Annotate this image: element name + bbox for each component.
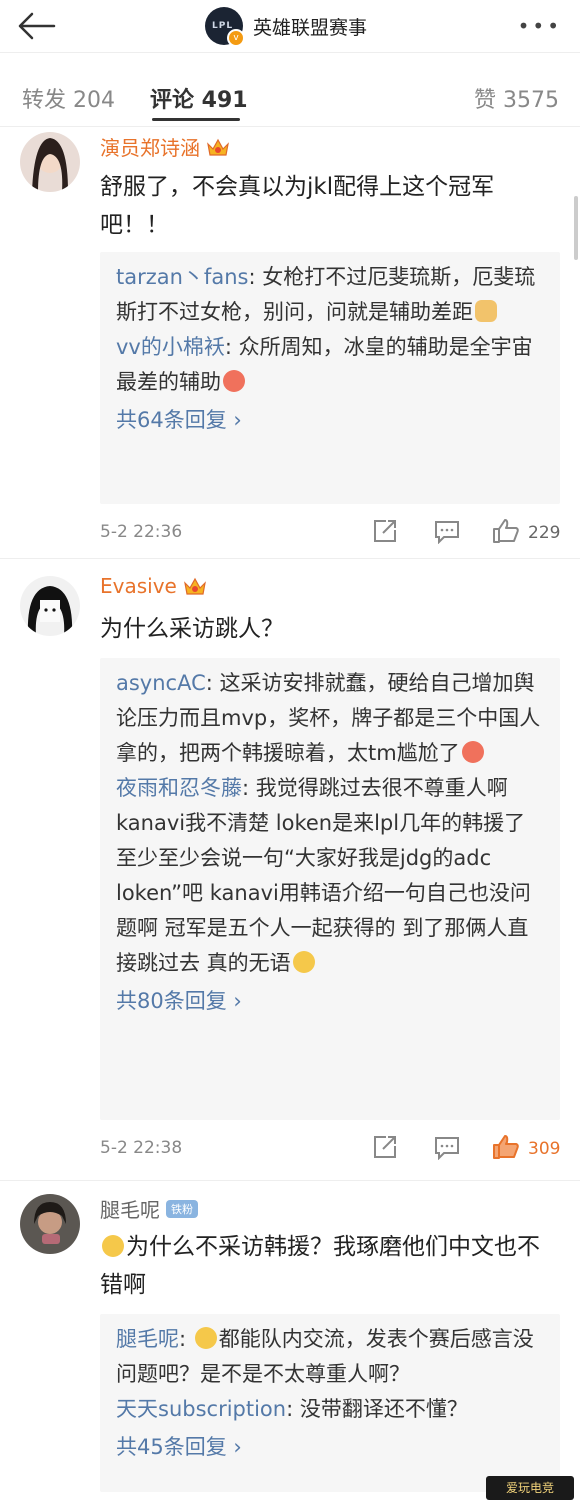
comment-text: 为什么采访跳人？ bbox=[100, 616, 284, 642]
reply-item[interactable]: 天天subscription: 没带翻译还不懂？ bbox=[100, 1392, 560, 1427]
reply-text: 我觉得跳过去很不尊重人啊 kanavi我不清楚 loken是来lpl几年的韩援了… bbox=[116, 776, 531, 975]
tab-reposts[interactable]: 转发 204 bbox=[22, 82, 115, 114]
comment-username[interactable]: 演员郑诗涵 bbox=[100, 132, 230, 161]
reply-item[interactable]: 腿毛呢: 都能队内交流，发表个赛后感言没问题吧？是不是不太尊重人啊？ bbox=[100, 1322, 560, 1392]
more-replies-text: 共64条回复 bbox=[116, 408, 227, 432]
username-text: 演员郑诗涵 bbox=[100, 136, 200, 160]
comment-text-content: 为什么不采访韩援？我琢磨他们中文也不错啊 bbox=[100, 1234, 540, 1298]
comment-time: 5-2 22:38 bbox=[100, 1138, 183, 1158]
more-icon[interactable]: ••• bbox=[518, 16, 562, 36]
more-replies-link[interactable]: 共64条回复 › bbox=[100, 400, 560, 440]
comment-item: 演员郑诗涵 舒服了，不会真以为jkl配得上这个冠军吧！！ tarzan丶fans… bbox=[0, 128, 580, 559]
like-count: 229 bbox=[528, 523, 561, 543]
account-logo: LPL v bbox=[205, 7, 245, 47]
active-tab-indicator bbox=[152, 118, 240, 121]
username-text: Evasive bbox=[100, 574, 177, 598]
fan-badge: 铁粉 bbox=[166, 1199, 198, 1218]
laughing-emoji-icon bbox=[223, 370, 245, 392]
comment-text: 为什么不采访韩援？我琢磨他们中文也不错啊 bbox=[100, 1228, 550, 1304]
back-arrow-icon[interactable] bbox=[16, 12, 56, 40]
header-title-group[interactable]: LPL v 英雄联盟赛事 bbox=[205, 6, 368, 47]
chevron-right-icon: › bbox=[233, 1435, 242, 1459]
reply-item[interactable]: vv的小棉袄: 众所周知，冰皇的辅助是全宇宙最差的辅助 bbox=[100, 330, 560, 400]
avatar[interactable] bbox=[20, 576, 80, 636]
top-bar: LPL v 英雄联盟赛事 ••• bbox=[0, 0, 580, 53]
avatar[interactable] bbox=[20, 1194, 80, 1254]
doge-emoji-icon bbox=[475, 300, 497, 322]
more-replies-text: 共80条回复 bbox=[116, 989, 227, 1013]
thumbs-up-icon[interactable] bbox=[492, 1134, 520, 1160]
reply-box[interactable]: asyncAC: 这采访安排就蠢，硬给自己增加舆论压力而且mvp，奖杯，牌子都是… bbox=[100, 658, 560, 1120]
comment-icon[interactable] bbox=[434, 1134, 460, 1160]
more-replies-link[interactable]: 共80条回复 › bbox=[100, 981, 560, 1021]
comment-meta: 5-2 22:36 229 bbox=[100, 518, 560, 548]
reply-box[interactable]: tarzan丶fans: 女枪打不过厄斐琉斯，厄斐琉斯打不过女枪，别问，问就是辅… bbox=[100, 252, 560, 504]
tab-bar: 转发 204 评论 491 赞 3575 bbox=[0, 62, 580, 127]
comment-icon[interactable] bbox=[434, 518, 460, 544]
crown-icon bbox=[207, 138, 229, 156]
reply-text: 没带翻译还不懂？ bbox=[299, 1397, 468, 1421]
verified-icon: v bbox=[227, 29, 245, 47]
chevron-right-icon: › bbox=[233, 989, 242, 1013]
comment-username[interactable]: 腿毛呢 铁粉 bbox=[100, 1194, 198, 1223]
thumbs-up-icon[interactable] bbox=[492, 518, 520, 544]
watermark-logo: 爱玩电竞 bbox=[486, 1476, 574, 1500]
chevron-right-icon: › bbox=[233, 408, 242, 432]
tab-comments[interactable]: 评论 491 bbox=[150, 82, 248, 114]
share-icon[interactable] bbox=[372, 518, 398, 544]
comment-item: Evasive 为什么采访跳人？ asyncAC: 这采访安排就蠢，硬给自己增加… bbox=[0, 560, 580, 1181]
comment-username[interactable]: Evasive bbox=[100, 574, 207, 598]
crown-icon bbox=[183, 577, 206, 595]
reply-username[interactable]: tarzan丶fans bbox=[116, 265, 248, 289]
comment-text: 舒服了，不会真以为jkl配得上这个冠军吧！！ bbox=[100, 174, 495, 238]
reply-item[interactable]: 夜雨和忍冬藤: 我觉得跳过去很不尊重人啊 kanavi我不清楚 loken是来l… bbox=[100, 771, 560, 981]
comment-time: 5-2 22:36 bbox=[100, 522, 183, 542]
page-title: 英雄联盟赛事 bbox=[253, 16, 368, 39]
username-text: 腿毛呢 bbox=[100, 1198, 160, 1222]
more-replies-link[interactable]: 共45条回复 › bbox=[100, 1427, 560, 1467]
reply-username[interactable]: 夜雨和忍冬藤 bbox=[116, 776, 242, 800]
tab-likes[interactable]: 赞 3575 bbox=[474, 82, 559, 114]
reply-username[interactable]: vv的小棉袄 bbox=[116, 335, 225, 359]
share-icon[interactable] bbox=[372, 1134, 398, 1160]
reply-box[interactable]: 腿毛呢: 都能队内交流，发表个赛后感言没问题吧？是不是不太尊重人啊？ 天天sub… bbox=[100, 1314, 560, 1492]
reply-username[interactable]: 天天subscription bbox=[116, 1397, 286, 1421]
comment-item: 腿毛呢 铁粉 为什么不采访韩援？我琢磨他们中文也不错啊 腿毛呢: 都能队内交流，… bbox=[0, 1180, 580, 1504]
thinking-emoji-icon bbox=[194, 1327, 217, 1349]
logo-text: LPL bbox=[212, 21, 234, 31]
thinking-emoji-icon bbox=[102, 1235, 124, 1257]
reply-username[interactable]: 腿毛呢 bbox=[116, 1327, 179, 1351]
reply-username[interactable]: asyncAC bbox=[116, 671, 206, 695]
comment-meta: 5-2 22:38 309 bbox=[100, 1134, 560, 1164]
reply-item[interactable]: tarzan丶fans: 女枪打不过厄斐琉斯，厄斐琉斯打不过女枪，别问，问就是辅… bbox=[100, 260, 560, 330]
avatar[interactable] bbox=[20, 132, 80, 192]
reply-item[interactable]: asyncAC: 这采访安排就蠢，硬给自己增加舆论压力而且mvp，奖杯，牌子都是… bbox=[100, 666, 560, 771]
more-replies-text: 共45条回复 bbox=[116, 1435, 227, 1459]
like-count: 309 bbox=[528, 1139, 561, 1159]
smirk-emoji-icon bbox=[292, 951, 315, 973]
laughing-emoji-icon bbox=[461, 741, 484, 763]
